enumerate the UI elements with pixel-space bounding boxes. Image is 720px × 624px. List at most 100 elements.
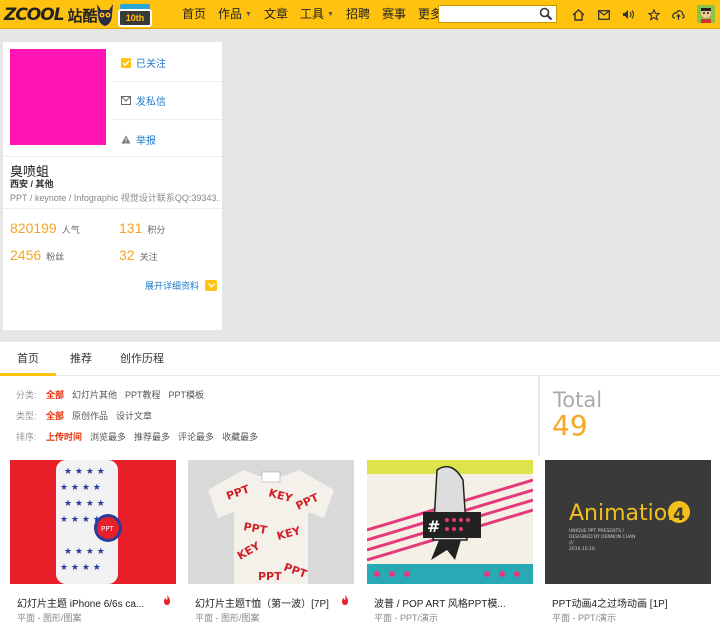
expand-label: 展开详细资料 xyxy=(145,281,200,291)
caret-down-icon: ▼ xyxy=(245,11,252,18)
work-category: 平面 - PPT/演示 xyxy=(374,613,439,623)
filter-option[interactable]: 上传时间 xyxy=(46,430,82,443)
svg-text:PPT: PPT xyxy=(258,570,282,583)
nav-label: 文章 xyxy=(263,7,288,21)
stat-fans[interactable]: 2456 粉丝 xyxy=(10,247,64,263)
filter-option[interactable]: 原创作品 xyxy=(72,409,108,422)
top-bar: ZCOOL 站酷 10th 首页 作品▼ 文章 工具▼ 招聘 赛事 更多▼ xyxy=(0,0,720,29)
stat-label: 积分 xyxy=(147,225,166,235)
profile-card: 已关注 发私信 举报 臭喷蛆 西安 / 其他 PPT / keynote / I… xyxy=(3,42,222,330)
filter-option[interactable]: 推荐最多 xyxy=(134,430,170,443)
search-input[interactable] xyxy=(439,6,535,22)
site-logo[interactable]: ZCOOL 站酷 xyxy=(4,4,98,26)
filter-option[interactable]: 设计文章 xyxy=(116,409,152,422)
nav-item-home[interactable]: 首页 xyxy=(176,0,212,29)
work-card[interactable]: # 波普 / POP ART 风格PPT模... 平面 - PPT/演示 xyxy=(367,460,533,624)
work-thumbnail: Animation 4 UNIQUE PPT PRESENTS / DESIGN… xyxy=(545,460,711,584)
nav-label: 作品 xyxy=(218,7,243,21)
filter-row-sort: 排序: 上传时间 浏览最多 推荐最多 评论最多 收藏最多 xyxy=(16,430,258,443)
message-button[interactable]: 发私信 xyxy=(111,82,222,120)
stat-popularity: 820199 人气 xyxy=(10,220,80,236)
home-icon[interactable] xyxy=(566,4,591,25)
thumb-line: DESIGNED BY DENNON CHAN xyxy=(569,534,635,540)
nav-label: 招聘 xyxy=(345,7,370,21)
work-card[interactable]: PPT KEY PPT PPT KEY KEY PPT PPT 幻灯片主题T恤（… xyxy=(188,460,354,624)
filter-label: 排序: xyxy=(16,432,37,442)
stat-following[interactable]: 32 关注 xyxy=(119,247,158,263)
filter-row-category: 分类: 全部 幻灯片其他 PPT教程 PPT模板 xyxy=(16,388,204,401)
tab-history[interactable]: 创作历程 xyxy=(112,342,172,376)
svg-text:PPT: PPT xyxy=(101,525,114,533)
fire-icon xyxy=(164,595,170,605)
thumb-title: Animation xyxy=(569,501,681,526)
check-icon xyxy=(121,57,131,68)
anniversary-badge[interactable]: 10th xyxy=(118,9,152,27)
svg-text:★ ★ ★ ★: ★ ★ ★ ★ xyxy=(64,547,105,557)
work-category: 平面 - 图形/图案 xyxy=(17,613,82,623)
warning-icon xyxy=(121,134,131,144)
expand-details-link[interactable]: 展开详细资料 xyxy=(145,279,218,292)
svg-text:★ ★ ★ ★: ★ ★ ★ ★ xyxy=(60,483,101,493)
filter-option[interactable]: 幻灯片其他 xyxy=(72,388,117,401)
profile-actions: 已关注 发私信 举报 xyxy=(111,42,222,156)
tab-home[interactable]: 首页 xyxy=(0,342,56,376)
caret-down-icon: ▼ xyxy=(327,11,334,18)
envelope-icon xyxy=(121,96,131,106)
filter-option[interactable]: PPT教程 xyxy=(125,388,161,401)
nav-item-tools[interactable]: 工具 ▼ xyxy=(294,0,340,29)
nav-label: 工具 xyxy=(299,7,324,21)
hashtag-badge: # xyxy=(427,517,440,536)
nav-label: 首页 xyxy=(182,7,207,21)
nav-label: 赛事 xyxy=(381,7,406,21)
report-button[interactable]: 举报 xyxy=(111,120,222,158)
profile-tabs: 首页 推荐 创作历程 xyxy=(0,342,720,376)
stat-number: 2456 xyxy=(10,247,42,263)
nav-item-jobs[interactable]: 招聘 xyxy=(340,0,376,29)
thumb-number: 4 xyxy=(673,505,685,525)
filter-option[interactable]: PPT模板 xyxy=(169,388,205,401)
work-title: 幻灯片主题T恤（第一波）[7P] xyxy=(195,599,329,610)
thumb-line: UNIQUE PPT PRESENTS / xyxy=(569,528,624,534)
total-count: 49 xyxy=(552,409,588,442)
stat-label: 人气 xyxy=(61,225,80,235)
mail-icon[interactable] xyxy=(591,4,616,25)
filter-option[interactable]: 收藏最多 xyxy=(222,430,258,443)
profile-location: 西安 / 其他 xyxy=(10,179,54,189)
work-category: 平面 - 图形/图案 xyxy=(195,613,260,623)
fire-icon xyxy=(342,595,348,605)
filter-label: 分类: xyxy=(16,390,37,400)
user-avatar[interactable] xyxy=(697,5,715,23)
work-thumbnail: ★ ★ ★ ★ ★ ★ ★ ★ ★ ★ ★ ★ ★ ★ ★ ★ ★ ★ ★ ★ … xyxy=(10,460,176,584)
main-nav: 首页 作品▼ 文章 工具▼ 招聘 赛事 更多▼ xyxy=(176,0,458,29)
filter-option[interactable]: 浏览最多 xyxy=(90,430,126,443)
work-card[interactable]: Animation 4 UNIQUE PPT PRESENTS / DESIGN… xyxy=(545,460,711,624)
report-label: 举报 xyxy=(136,135,156,147)
profile-avatar[interactable] xyxy=(10,49,106,145)
svg-text:★ ★ ★ ★: ★ ★ ★ ★ xyxy=(64,499,105,509)
mascot-icon xyxy=(97,4,113,26)
follow-label: 已关注 xyxy=(136,59,166,70)
stat-number: 32 xyxy=(119,247,135,263)
profile-description: PPT / keynote / Infographic 视觉设计联系QQ:393… xyxy=(10,193,220,203)
filter-option[interactable]: 全部 xyxy=(46,388,64,401)
search-icon[interactable] xyxy=(539,7,553,21)
nav-item-articles[interactable]: 文章 xyxy=(258,0,294,29)
total-box: Total 49 xyxy=(539,376,720,456)
nav-item-works[interactable]: 作品 ▼ xyxy=(212,0,258,29)
work-category: 平面 - PPT/演示 xyxy=(552,613,617,623)
tab-recommended[interactable]: 推荐 xyxy=(56,342,106,376)
svg-text:★ ★ ★ ★: ★ ★ ★ ★ xyxy=(64,467,105,477)
follow-button[interactable]: 已关注 xyxy=(111,44,222,82)
divider xyxy=(3,156,222,157)
upload-icon[interactable] xyxy=(666,4,691,25)
nav-item-contests[interactable]: 赛事 xyxy=(376,0,412,29)
sound-icon[interactable] xyxy=(616,4,641,25)
stat-label: 关注 xyxy=(139,252,158,262)
filter-option[interactable]: 全部 xyxy=(46,409,64,422)
filter-option[interactable]: 评论最多 xyxy=(178,430,214,443)
star-icon[interactable] xyxy=(641,4,666,25)
work-title: 幻灯片主题 iPhone 6/6s ca... xyxy=(17,599,145,610)
logo-text: ZCOOL xyxy=(4,5,65,25)
divider xyxy=(3,208,222,209)
work-card[interactable]: ★ ★ ★ ★ ★ ★ ★ ★ ★ ★ ★ ★ ★ ★ ★ ★ ★ ★ ★ ★ … xyxy=(10,460,176,624)
